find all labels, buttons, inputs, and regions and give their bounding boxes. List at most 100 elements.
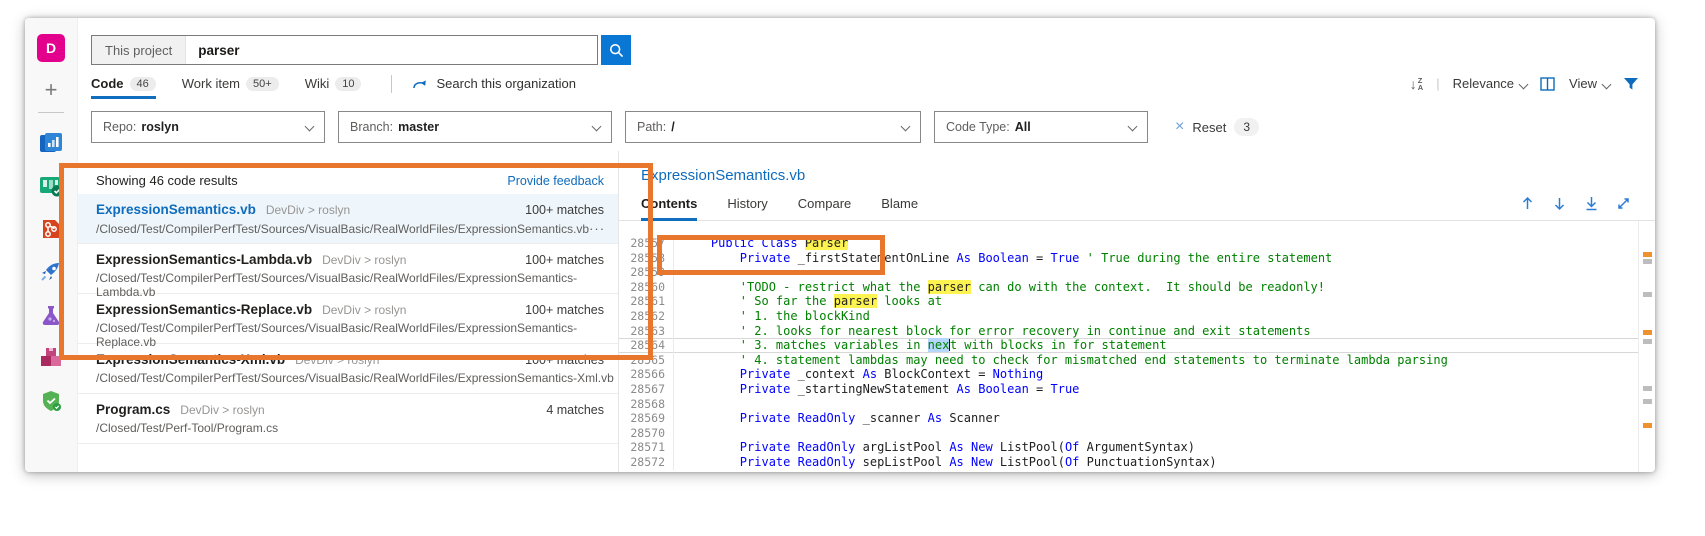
code-line[interactable]: 28569 Private ReadOnly _scanner As Scann…: [619, 411, 1655, 426]
change-indicator: [1643, 399, 1652, 404]
code-line-content[interactable]: Private ReadOnly argListPool As New List…: [673, 440, 1655, 455]
tab-history[interactable]: History: [727, 186, 767, 220]
code-line-content[interactable]: [673, 397, 1655, 412]
code-line-content[interactable]: ' 1. the blockKind: [673, 309, 1655, 324]
code-line[interactable]: 28570: [619, 426, 1655, 441]
result-repo-breadcrumb: DevDiv > roslyn: [295, 353, 379, 367]
code-line-content[interactable]: Private ReadOnly sepListPool As New List…: [673, 455, 1655, 470]
sidebar-item-pipelines[interactable]: [37, 258, 65, 286]
code-line[interactable]: 28562 ' 1. the blockKind: [619, 309, 1655, 324]
provide-feedback-link[interactable]: Provide feedback: [507, 174, 604, 188]
result-item[interactable]: ExpressionSemantics.vbDevDiv > roslyn100…: [78, 194, 618, 244]
result-file-name[interactable]: ExpressionSemantics-Replace.vb: [96, 302, 312, 317]
code-line-content[interactable]: ' 4. statement lambdas may need to check…: [673, 353, 1655, 368]
filter-path[interactable]: Path: /: [625, 111, 921, 143]
result-file-name[interactable]: ExpressionSemantics-Xml.vb: [96, 352, 285, 367]
artifacts-icon: [38, 345, 64, 371]
code-line[interactable]: 28568: [619, 397, 1655, 412]
result-file-name[interactable]: Program.cs: [96, 402, 170, 417]
result-item[interactable]: ExpressionSemantics-Xml.vb DevDiv > rosly…: [78, 344, 618, 394]
repos-icon: [38, 216, 64, 242]
filter-funnel-icon[interactable]: [1623, 77, 1639, 91]
filter-branch[interactable]: Branch: master: [338, 111, 612, 143]
view-dropdown[interactable]: View: [1569, 76, 1610, 91]
code-line[interactable]: 28572 Private ReadOnly sepListPool As Ne…: [619, 455, 1655, 470]
line-number: 28572: [619, 455, 673, 470]
code-line-content[interactable]: ' 2. looks for nearest block for error r…: [673, 324, 1655, 339]
tab-code[interactable]: Code 46: [91, 65, 156, 102]
project-avatar[interactable]: D: [37, 34, 65, 62]
sidebar-item-artifacts[interactable]: [37, 344, 65, 372]
expand-fullscreen-icon[interactable]: [1616, 196, 1631, 211]
tab-wiki[interactable]: Wiki 10: [305, 65, 362, 102]
code-line[interactable]: 28567 Private _startingNewStatement As B…: [619, 382, 1655, 397]
code-line[interactable]: 28561 ' So far the parser looks at: [619, 294, 1655, 309]
code-line-content[interactable]: Private ReadOnly _scanner As Scanner: [673, 411, 1655, 426]
sort-order-dropdown[interactable]: Relevance: [1453, 76, 1527, 91]
line-number: 28571: [619, 440, 673, 455]
code-line-content[interactable]: ' 3. matches variables in next with bloc…: [673, 338, 1655, 353]
search-icon: [609, 43, 624, 58]
chevron-down-icon: [1519, 80, 1529, 90]
sidebar-item-compliance[interactable]: [37, 387, 65, 415]
code-line-content[interactable]: Private _firstStatementOnLine As Boolean…: [673, 251, 1655, 266]
search-button[interactable]: [601, 35, 631, 65]
code-line-content[interactable]: Private _startingNewStatement As Boolean…: [673, 382, 1655, 397]
tab-compare[interactable]: Compare: [798, 186, 851, 220]
code-line[interactable]: 28571 Private ReadOnly argListPool As Ne…: [619, 440, 1655, 455]
tab-contents[interactable]: Contents: [641, 186, 697, 220]
result-item[interactable]: Program.csDevDiv > roslyn4 matches/Close…: [78, 394, 618, 444]
tab-blame[interactable]: Blame: [881, 186, 918, 220]
result-item[interactable]: ExpressionSemantics-Replace.vbDevDiv > r…: [78, 294, 618, 344]
search-scope-chip[interactable]: This project: [92, 36, 186, 64]
sidebar-item-overview[interactable]: [37, 129, 65, 157]
sort-icon[interactable]: ↓ ZA: [1410, 76, 1423, 92]
line-number: 28563: [619, 324, 673, 339]
next-match-icon[interactable]: [1552, 196, 1567, 211]
download-icon[interactable]: [1584, 196, 1599, 211]
chevron-down-icon: [305, 121, 315, 131]
search-this-organization-link[interactable]: Search this organization: [412, 76, 575, 91]
code-line[interactable]: 28558 Private _firstStatementOnLine As B…: [619, 251, 1655, 266]
code-scrollbar[interactable]: [1638, 221, 1655, 472]
view-label: View: [1569, 76, 1597, 91]
sidebar-item-boards[interactable]: [37, 172, 65, 200]
code-line[interactable]: 28559: [619, 265, 1655, 280]
code-line-content[interactable]: Private _context As BlockContext = Nothi…: [673, 367, 1655, 382]
code-line[interactable]: 28560 'TODO - restrict what the parser c…: [619, 280, 1655, 295]
filter-code-type-label: Code Type:: [946, 120, 1010, 134]
tab-work-item[interactable]: Work item 50+: [182, 65, 279, 102]
line-number: 28559: [619, 265, 673, 280]
line-number: 28560: [619, 280, 673, 295]
reset-filters-button[interactable]: × Reset 3: [1175, 118, 1259, 136]
file-title-link[interactable]: ExpressionSemantics.vb: [619, 151, 1655, 184]
add-project-button[interactable]: +: [45, 80, 58, 100]
line-number: 28568: [619, 397, 673, 412]
more-options-button[interactable]: ···: [589, 221, 619, 236]
code-line[interactable]: 28566 Private _context As BlockContext =…: [619, 367, 1655, 382]
search-query-text[interactable]: parser: [186, 36, 251, 64]
result-match-count: 100+ matches: [525, 203, 618, 217]
filter-repo[interactable]: Repo: roslyn: [91, 111, 325, 143]
split-view-icon[interactable]: [1540, 77, 1556, 91]
result-file-name[interactable]: ExpressionSemantics.vb: [96, 202, 256, 217]
tab-code-label: Code: [91, 76, 124, 91]
previous-match-icon[interactable]: [1520, 196, 1535, 211]
filter-code-type[interactable]: Code Type: All: [934, 111, 1148, 143]
code-line[interactable]: 28565 ' 4. statement lambdas may need to…: [619, 353, 1655, 368]
content-split: Showing 46 code results Provide feedback…: [78, 151, 1655, 472]
code-line[interactable]: 28563 ' 2. looks for nearest block for e…: [619, 324, 1655, 339]
result-item[interactable]: ExpressionSemantics-Lambda.vbDevDiv > ro…: [78, 244, 618, 294]
tab-code-count: 46: [130, 77, 156, 91]
code-line-content[interactable]: Public Class Parser: [673, 236, 1655, 251]
code-line-content[interactable]: [673, 426, 1655, 441]
result-file-name[interactable]: ExpressionSemantics-Lambda.vb: [96, 252, 312, 267]
sidebar-item-test-plans[interactable]: [37, 301, 65, 329]
search-input[interactable]: This project parser: [91, 35, 598, 65]
sidebar-item-repos[interactable]: [37, 215, 65, 243]
code-line-content[interactable]: ' So far the parser looks at: [673, 294, 1655, 309]
code-line-content[interactable]: 'TODO - restrict what the parser can do …: [673, 280, 1655, 295]
code-line[interactable]: 28564 ' 3. matches variables in next wit…: [619, 338, 1655, 353]
code-line-content[interactable]: [673, 265, 1655, 280]
code-line[interactable]: 28557 Public Class Parser: [619, 236, 1655, 251]
